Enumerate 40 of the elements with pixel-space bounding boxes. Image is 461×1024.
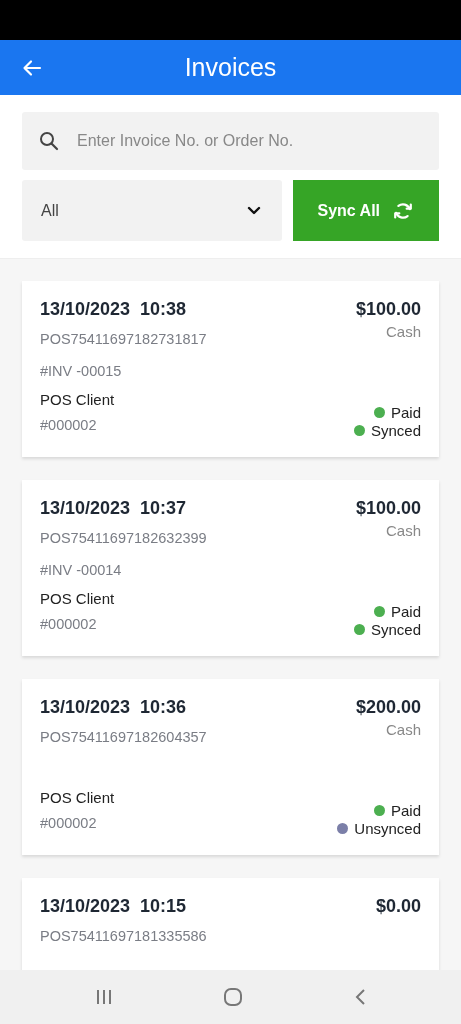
customer-name: POS Client (40, 590, 116, 607)
status-label: Synced (370, 621, 421, 638)
order-number: POS75411697182604357 (40, 729, 207, 745)
search-field[interactable]: Enter Invoice No. or Order No. (22, 112, 439, 170)
status-label: Paid (390, 404, 421, 421)
invoice-card[interactable]: 13/10/2023 10:37 POS75411697182632399 #INV -00014 POS Client #000002 $100.00 Cash Paid Synced (22, 480, 439, 656)
status-label: Synced (370, 422, 421, 439)
chevron-down-icon (246, 206, 261, 215)
invoice-date-time: 13/10/2023 10:37 (40, 498, 188, 519)
invoice-number: #INV -00014 (40, 562, 122, 578)
invoice-amount: $100.00 (355, 299, 421, 320)
payment-method: Cash (385, 522, 421, 539)
customer-name: POS Client (40, 391, 116, 408)
status-label: Paid (390, 802, 421, 819)
invoice-card[interactable]: 13/10/2023 10:36 POS75411697182604357 POS Client #000002 $200.00 Cash Paid Unsynced (22, 679, 439, 855)
recent-apps-icon[interactable] (95, 989, 114, 1005)
status-label: Unsynced (354, 820, 421, 837)
payment-method: Cash (385, 323, 421, 340)
order-number: POS75411697181335586 (40, 928, 207, 944)
invoice-date-time: 13/10/2023 10:15 (40, 896, 188, 917)
invoice-card[interactable]: 13/10/2023 10:15 POS75411697181335586 $0.00 (22, 878, 439, 970)
invoice-amount: $200.00 (355, 697, 421, 718)
customer-code: #000002 (40, 417, 98, 433)
order-number: POS75411697182731817 (40, 331, 207, 347)
invoice-card[interactable]: 13/10/2023 10:38 POS75411697182731817 #INV -00015 POS Client #000002 $100.00 Cash Paid Synced (22, 281, 439, 457)
customer-code: #000002 (40, 616, 98, 632)
customer-code: #000002 (40, 815, 98, 831)
order-number: POS75411697182632399 (40, 530, 207, 546)
invoice-amount: $100.00 (355, 498, 421, 519)
customer-name: POS Client (40, 789, 116, 806)
back-icon[interactable] (353, 988, 366, 1006)
home-icon[interactable] (223, 987, 244, 1007)
filter-dropdown[interactable]: All (22, 180, 282, 241)
invoice-amount: $0.00 (375, 896, 421, 917)
invoice-date-time: 13/10/2023 10:36 (40, 697, 188, 718)
screen-title: Invoices (183, 53, 278, 82)
invoice-number: #INV -00015 (40, 363, 122, 379)
status-label: Paid (390, 603, 421, 620)
payment-method: Cash (385, 721, 421, 738)
invoice-date-time: 13/10/2023 10:38 (40, 299, 188, 320)
